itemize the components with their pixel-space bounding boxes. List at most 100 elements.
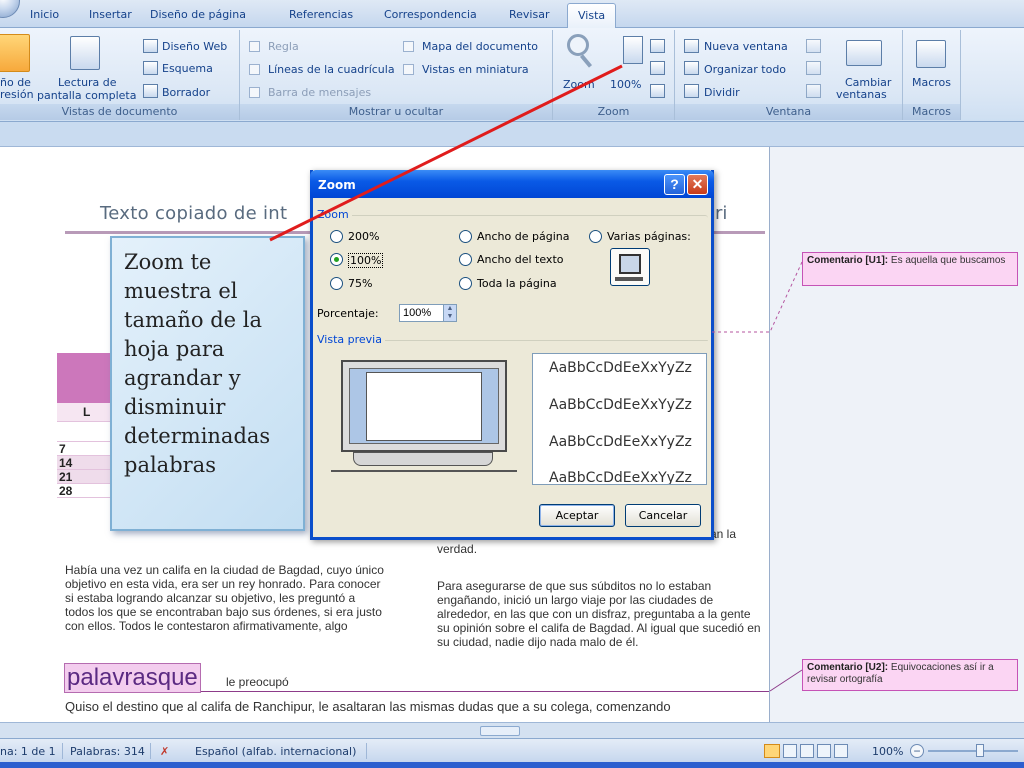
full-screen-reading-label-1[interactable]: Lectura de xyxy=(58,76,117,89)
print-layout-label-2[interactable]: resión xyxy=(0,88,34,101)
radio-text-width-label[interactable]: Ancho del texto xyxy=(477,253,564,266)
proofing-icon[interactable]: ✗ xyxy=(160,745,169,758)
tab-insertar[interactable]: Insertar xyxy=(89,8,132,21)
radio-whole-page-label[interactable]: Toda la página xyxy=(477,277,557,290)
split-icon[interactable] xyxy=(684,84,699,98)
draft-button[interactable]: Borrador xyxy=(162,86,210,99)
status-words[interactable]: Palabras: 314 xyxy=(70,745,145,758)
office-button[interactable] xyxy=(0,0,20,18)
ruler-strip xyxy=(0,122,1024,147)
sync-scroll-icon[interactable] xyxy=(806,61,821,75)
full-screen-reading-icon[interactable] xyxy=(70,36,100,70)
new-window-button[interactable]: Nueva ventana xyxy=(704,40,788,53)
switch-windows-icon[interactable] xyxy=(846,40,882,66)
monitor-screen xyxy=(349,368,499,444)
monitor-base xyxy=(353,452,493,466)
radio-100-label[interactable]: 100% xyxy=(348,253,384,268)
status-bar: na: 1 de 1 Palabras: 314 ✗ Español (alfa… xyxy=(0,738,1024,762)
group-macros: Macros Macros xyxy=(903,30,961,120)
print-layout-view-icon[interactable] xyxy=(764,744,780,758)
zoom-out-icon[interactable]: − xyxy=(910,744,924,758)
radio-page-width-label[interactable]: Ancho de página xyxy=(477,230,569,243)
message-bar-checkbox[interactable] xyxy=(249,87,260,98)
web-layout-icon[interactable] xyxy=(143,39,158,53)
gridlines-label[interactable]: Líneas de la cuadrícula xyxy=(268,63,395,76)
radio-page-width[interactable] xyxy=(459,230,472,243)
status-separator xyxy=(62,743,63,759)
page-width-icon[interactable] xyxy=(650,84,665,98)
misspelled-word[interactable]: palavrasque xyxy=(64,663,201,693)
zoom-level[interactable]: 100% xyxy=(872,745,903,758)
arrange-all-icon[interactable] xyxy=(684,61,699,75)
one-page-icon[interactable] xyxy=(650,39,665,53)
monitor-icon xyxy=(619,254,641,274)
radio-100[interactable] xyxy=(330,253,343,266)
radio-whole-page[interactable] xyxy=(459,277,472,290)
two-pages-icon[interactable] xyxy=(650,61,665,75)
horizontal-scrollbar[interactable] xyxy=(0,722,1024,738)
ok-button[interactable]: Aceptar xyxy=(539,504,615,527)
split-button[interactable]: Dividir xyxy=(704,86,740,99)
arrange-all-button[interactable]: Organizar todo xyxy=(704,63,786,76)
tab-vista[interactable]: Vista xyxy=(567,3,617,29)
zoom-100-icon[interactable] xyxy=(623,36,643,64)
close-button[interactable]: ✕ xyxy=(687,174,708,195)
ruler-label[interactable]: Regla xyxy=(268,40,299,53)
tab-referencias[interactable]: Referencias xyxy=(289,8,353,21)
side-by-side-icon[interactable] xyxy=(806,39,821,53)
markup-pane xyxy=(770,147,1024,722)
many-pages-picker-button[interactable] xyxy=(610,248,650,286)
radio-many-pages[interactable] xyxy=(589,230,602,243)
macros-icon[interactable] xyxy=(916,40,946,68)
comment-u2[interactable]: Comentario [U2]: Equivocaciones así ir a… xyxy=(802,659,1018,691)
scroll-thumb[interactable] xyxy=(480,726,520,736)
message-bar-label[interactable]: Barra de mensajes xyxy=(268,86,371,99)
web-layout-button[interactable]: Diseño Web xyxy=(162,40,227,53)
doc-map-checkbox[interactable] xyxy=(403,41,414,52)
percent-label: Porcentaje: xyxy=(317,307,379,320)
radio-200-label[interactable]: 200% xyxy=(348,230,379,243)
tab-diseno-pagina[interactable]: Diseño de página xyxy=(150,8,246,21)
doc-map-label[interactable]: Mapa del documento xyxy=(422,40,538,53)
cancel-button[interactable]: Cancelar xyxy=(625,504,701,527)
draft-icon[interactable] xyxy=(143,84,158,98)
radio-75-label[interactable]: 75% xyxy=(348,277,372,290)
help-button[interactable]: ? xyxy=(664,174,685,195)
reset-position-icon[interactable] xyxy=(806,84,821,98)
radio-200[interactable] xyxy=(330,230,343,243)
switch-windows-label-2[interactable]: ventanas xyxy=(836,88,887,101)
web-view-icon[interactable] xyxy=(800,744,814,758)
radio-75[interactable] xyxy=(330,277,343,290)
zoom-100-button-label[interactable]: 100% xyxy=(610,78,641,91)
calendar-cell: 7 xyxy=(57,442,117,456)
paragraph-col2: Para asegurarse de que sus súbditos no l… xyxy=(437,579,761,649)
zoom-button-label[interactable]: Zoom xyxy=(563,78,595,91)
new-window-icon[interactable] xyxy=(684,39,699,53)
comment-u1[interactable]: Comentario [U1]: Es aquella que buscamos xyxy=(802,252,1018,286)
status-page[interactable]: na: 1 de 1 xyxy=(0,745,56,758)
zoom-slider-track[interactable] xyxy=(928,750,1018,752)
reading-view-icon[interactable] xyxy=(783,744,797,758)
calendar-cell: 21 xyxy=(57,470,117,484)
zoom-magnifier-icon[interactable] xyxy=(567,34,589,56)
gridlines-checkbox[interactable] xyxy=(249,64,260,75)
thumbnails-label[interactable]: Vistas en miniatura xyxy=(422,63,529,76)
status-language[interactable]: Español (alfab. internacional) xyxy=(195,745,356,758)
outline-button[interactable]: Esquema xyxy=(162,62,213,75)
full-screen-reading-label-2[interactable]: pantalla completa xyxy=(37,89,136,102)
tab-revisar[interactable]: Revisar xyxy=(509,8,549,21)
outline-view-icon[interactable] xyxy=(817,744,831,758)
percent-spinner[interactable]: ▲ ▼ xyxy=(443,305,456,321)
outline-icon[interactable] xyxy=(143,61,158,75)
thumbnails-checkbox[interactable] xyxy=(403,64,414,75)
macros-button-label[interactable]: Macros xyxy=(912,76,951,89)
draft-view-icon[interactable] xyxy=(834,744,848,758)
zoom-slider-thumb[interactable] xyxy=(976,744,984,757)
tab-inicio[interactable]: Inicio xyxy=(30,8,59,21)
tab-correspondencia[interactable]: Correspondencia xyxy=(384,8,477,21)
dialog-titlebar[interactable]: Zoom ? ✕ xyxy=(310,170,714,198)
radio-many-pages-label[interactable]: Varias páginas: xyxy=(607,230,691,243)
ruler-checkbox[interactable] xyxy=(249,41,260,52)
radio-text-width[interactable] xyxy=(459,253,472,266)
print-layout-icon[interactable] xyxy=(0,34,30,72)
